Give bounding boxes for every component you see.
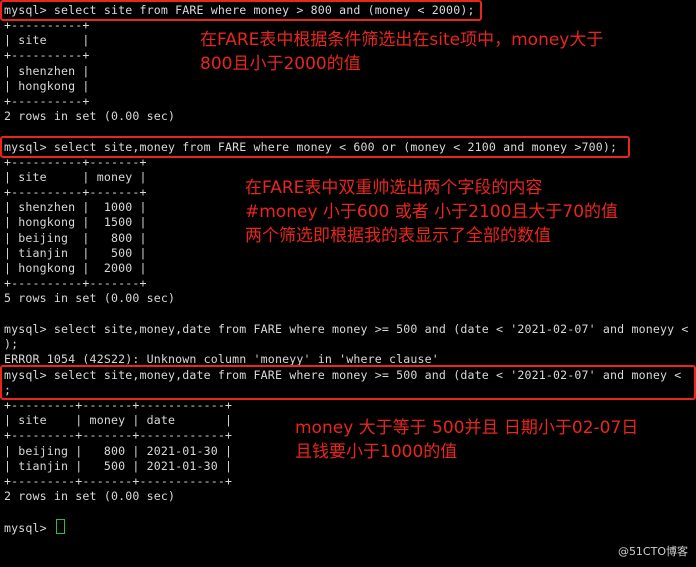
terminal-line: +---------+-------+------------+: [4, 428, 233, 442]
watermark: @51CTO博客: [617, 545, 688, 558]
text-cursor: [55, 519, 65, 534]
highlight-box-query-2: [0, 136, 630, 158]
terminal-line: +----------+-------+: [4, 276, 147, 290]
terminal-line: | beijing | 800 | 2021-01-30 |: [4, 444, 233, 458]
terminal-line: +----------+: [4, 94, 90, 108]
terminal-line: | tianjin | 500 | 2021-01-30 |: [4, 459, 233, 473]
terminal-line: +---------+-------+------------+: [4, 398, 233, 412]
terminal-line: | shenzhen | 1000 |: [4, 200, 147, 214]
terminal-line: | tianjin | 500 |: [4, 246, 147, 260]
terminal-line: );: [4, 337, 19, 351]
prompt-label: mysql>: [4, 521, 54, 535]
terminal-line: +----------+-------+: [4, 185, 147, 199]
highlight-box-query-3: [0, 365, 696, 400]
terminal-line: mysql> select site,money,date from FARE …: [4, 322, 689, 336]
terminal-line: +----------+: [4, 48, 90, 62]
highlight-box-query-1: [0, 0, 482, 21]
annotation-query-2: 在FARE表中双重帅选出两个字段的内容 #money 小于600 或者 小于21…: [245, 178, 619, 246]
terminal-line: | site | money | date |: [4, 413, 233, 427]
annotation-query-1: 在FARE表中根据条件筛选出在site项中，money大于 800且小于2000…: [200, 30, 604, 74]
annotation-query-3: money 大于等于 500并且 日期小于02-07日 且钱要小于1000的值: [295, 418, 639, 462]
prompt-line[interactable]: mysql>: [4, 519, 65, 536]
terminal-line: 2 rows in set (0.00 sec): [4, 109, 176, 123]
terminal-line: | hongkong | 2000 |: [4, 261, 147, 275]
terminal-line: | shenzhen |: [4, 64, 90, 78]
terminal-line: | site |: [4, 33, 90, 47]
terminal-line: | hongkong | 1500 |: [4, 215, 147, 229]
terminal-line: 5 rows in set (0.00 sec): [4, 291, 176, 305]
terminal-window[interactable]: mysql> select site from FARE where money…: [0, 0, 696, 567]
terminal-line: +---------+-------+------------+: [4, 474, 233, 488]
terminal-line: | site | money |: [4, 170, 147, 184]
terminal-line: 2 rows in set (0.00 sec): [4, 489, 176, 503]
terminal-line: | hongkong |: [4, 79, 90, 93]
terminal-line: | beijing | 800 |: [4, 231, 147, 245]
